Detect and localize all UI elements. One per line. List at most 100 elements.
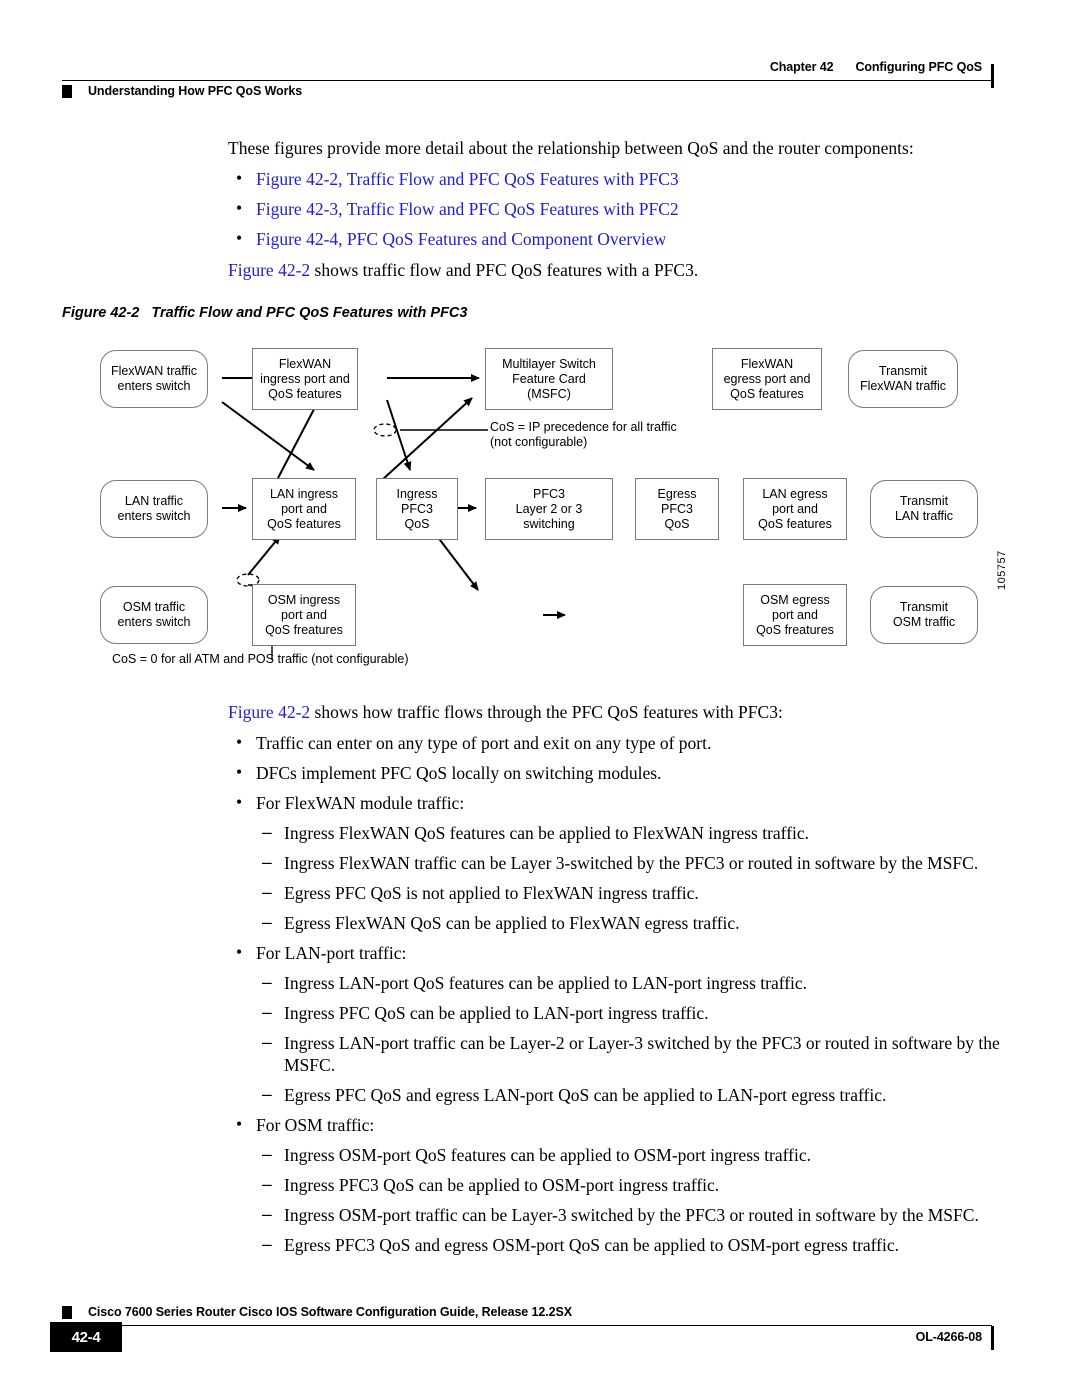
header-rule: [62, 80, 992, 81]
node-lan-traffic-enters: LAN traffic enters switch: [100, 480, 208, 538]
body-sub-item: – Ingress PFC3 QoS can be applied to OSM-…: [262, 1174, 1022, 1196]
dash-marker: –: [262, 1204, 272, 1224]
header-chapter-info: Chapter 42 Configuring PFC QoS: [770, 60, 982, 74]
node-flexwan-ingress: FlexWAN ingress port and QoS features: [252, 348, 358, 410]
body-sub-item: – Egress PFC QoS is not applied to FlexWA…: [262, 882, 1022, 904]
dash-marker: –: [262, 972, 272, 992]
node-transmit-flexwan: Transmit FlexWAN traffic: [848, 350, 958, 408]
footer-rule: [62, 1325, 992, 1326]
dash-marker: –: [262, 1174, 272, 1194]
bullet-dot: •: [236, 942, 243, 962]
node-egress-pfc3-qos: Egress PFC3 QoS: [635, 478, 719, 540]
figure-id-number: 105757: [996, 550, 1008, 590]
node-lan-egress: LAN egress port and QoS features: [743, 478, 847, 540]
bullet-dot: •: [236, 792, 243, 812]
header-chapter-title: Configuring PFC QoS: [855, 60, 982, 74]
body-sub-item: – Egress PFC3 QoS and egress OSM-port QoS…: [262, 1234, 1022, 1256]
body-lead-line: Figure 42-2 shows how traffic flows thro…: [228, 702, 783, 722]
bullet-dot: •: [236, 1114, 243, 1134]
body-sub-item: – Ingress FlexWAN traffic can be Layer 3-…: [262, 852, 1022, 874]
node-ingress-pfc3-qos: Ingress PFC3 QoS: [376, 478, 458, 540]
dash-marker: –: [262, 1084, 272, 1104]
body-item-text: Traffic can enter on any type of port an…: [256, 733, 712, 753]
intro-figure-reference-rest: shows traffic flow and PFC QoS features …: [310, 260, 699, 280]
body-item-text: Ingress FlexWAN traffic can be Layer 3-s…: [284, 853, 979, 873]
body-sub-item: – Ingress LAN-port QoS features can be ap…: [262, 972, 1022, 994]
dash-marker: –: [262, 1234, 272, 1254]
header-edge-tick: [991, 64, 994, 88]
figure-link-item-3[interactable]: • Figure 42-4, PFC QoS Features and Comp…: [236, 228, 1016, 250]
figure-link-label[interactable]: Figure 42-3, Traffic Flow and PFC QoS Fe…: [256, 198, 679, 220]
body-item-text: Ingress OSM-port QoS features can be app…: [284, 1145, 811, 1165]
dash-marker: –: [262, 912, 272, 932]
body-bullet-item: • DFCs implement PFC QoS locally on switc…: [236, 762, 1016, 784]
body-item-text: For FlexWAN module traffic:: [256, 793, 465, 813]
node-lan-ingress: LAN ingress port and QoS features: [252, 478, 356, 540]
body-sub-item: – Ingress PFC QoS can be applied to LAN-p…: [262, 1002, 1022, 1024]
dash-marker: –: [262, 1144, 272, 1164]
intro-lead: These figures provide more detail about …: [228, 138, 914, 158]
node-pfc3-switching: PFC3 Layer 2 or 3 switching: [485, 478, 613, 540]
figure-link-item-2[interactable]: • Figure 42-3, Traffic Flow and PFC QoS …: [236, 198, 1016, 220]
footer-edge-tick: [991, 1326, 994, 1350]
body-item-text: For LAN-port traffic:: [256, 943, 407, 963]
figure-caption-title: Traffic Flow and PFC QoS Features with P…: [151, 305, 468, 321]
figure-link-label[interactable]: Figure 42-4, PFC QoS Features and Compon…: [256, 228, 666, 250]
header-square-marker: [62, 85, 72, 98]
body-bullet-item: • Traffic can enter on any type of port a…: [236, 732, 1016, 754]
body-sub-item: – Ingress LAN-port traffic can be Layer-2…: [262, 1032, 1022, 1076]
body-lead-rest: shows how traffic flows through the PFC …: [310, 702, 783, 722]
footer-document-number: OL-4266-08: [915, 1330, 983, 1344]
node-osm-egress: OSM egress port and QoS freatures: [743, 584, 847, 646]
figure-caption: Figure 42-2 Traffic Flow and PFC QoS Feat…: [62, 305, 467, 321]
traffic-flow-diagram: FlexWAN traffic enters switch FlexWAN in…: [100, 340, 1020, 680]
body-item-text: Ingress OSM-port traffic can be Layer-3 …: [284, 1205, 979, 1225]
page-header: Chapter 42 Configuring PFC QoS Understand…: [0, 28, 1080, 98]
figure-link-label[interactable]: Figure 42-2, Traffic Flow and PFC QoS Fe…: [256, 168, 679, 190]
arrow-pfc3-egress-to-osm-egress: [436, 535, 479, 591]
header-chapter-number: Chapter 42: [769, 60, 834, 74]
page-footer: Cisco 7600 Series Router Cisco IOS Softw…: [0, 1300, 1080, 1370]
figure-link-item-1[interactable]: • Figure 42-2, Traffic Flow and PFC QoS …: [236, 168, 1016, 190]
note-cos-ip-precedence: CoS = IP precedence for all traffic (not…: [490, 420, 677, 449]
marker-oval-cos-ip-precedence: [373, 423, 397, 437]
figure-cross-reference-link[interactable]: Figure 42-2: [228, 260, 310, 280]
bullet-dot: •: [236, 762, 243, 782]
arrow-osm-ingress-to-pfc3-ingress: [247, 535, 281, 576]
dash-marker: –: [262, 822, 272, 842]
node-flexwan-traffic-enters: FlexWAN traffic enters switch: [100, 350, 208, 408]
body-item-text: Egress FlexWAN QoS can be applied to Fle…: [284, 913, 740, 933]
dash-marker: –: [262, 1032, 272, 1052]
node-osm-traffic-enters: OSM traffic enters switch: [100, 586, 208, 644]
body-bullet-item: • For FlexWAN module traffic:: [236, 792, 1016, 814]
node-flexwan-egress: FlexWAN egress port and QoS features: [712, 348, 822, 410]
body-figure-reference-link[interactable]: Figure 42-2: [228, 702, 310, 722]
body-sub-item: – Ingress OSM-port QoS features can be ap…: [262, 1144, 1022, 1166]
figure-caption-number: Figure 42-2: [62, 305, 140, 321]
note-cos-zero: CoS = 0 for all ATM and POS traffic (not…: [112, 652, 409, 666]
body-sub-item: – Egress FlexWAN QoS can be applied to Fl…: [262, 912, 1022, 934]
body-bullet-item: • For OSM traffic:: [236, 1114, 1016, 1136]
dash-marker: –: [262, 1002, 272, 1022]
body-sub-item: – Ingress OSM-port traffic can be Layer-3…: [262, 1204, 1022, 1226]
footer-guide-title: Cisco 7600 Series Router Cisco IOS Softw…: [88, 1305, 572, 1319]
body-item-text: Ingress PFC QoS can be applied to LAN-po…: [284, 1003, 709, 1023]
bullet-dot: •: [236, 732, 243, 752]
body-item-text: Egress PFC3 QoS and egress OSM-port QoS …: [284, 1235, 900, 1255]
footer-page-number-box: 42-4: [50, 1322, 122, 1352]
body-sub-item: – Ingress FlexWAN QoS features can be app…: [262, 822, 1022, 844]
footer-page-number: 42-4: [71, 1328, 101, 1346]
body-item-text: Egress PFC QoS is not applied to FlexWAN…: [284, 883, 699, 903]
footer-square-marker: [62, 1306, 72, 1319]
body-item-text: DFCs implement PFC QoS locally on switch…: [256, 763, 662, 783]
node-transmit-osm: Transmit OSM traffic: [870, 586, 978, 644]
body-item-text: Ingress LAN-port traffic can be Layer-2 …: [284, 1033, 1000, 1075]
header-section-title: Understanding How PFC QoS Works: [88, 84, 303, 98]
dash-marker: –: [262, 852, 272, 872]
body-item-text: Ingress FlexWAN QoS features can be appl…: [284, 823, 810, 843]
node-msfc: Multilayer Switch Feature Card (MSFC): [485, 348, 613, 410]
body-item-text: Egress PFC QoS and egress LAN-port QoS c…: [284, 1085, 887, 1105]
body-sub-item: – Egress PFC QoS and egress LAN-port QoS …: [262, 1084, 1022, 1106]
node-transmit-lan: Transmit LAN traffic: [870, 480, 978, 538]
body-item-text: Ingress PFC3 QoS can be applied to OSM-p…: [284, 1175, 720, 1195]
